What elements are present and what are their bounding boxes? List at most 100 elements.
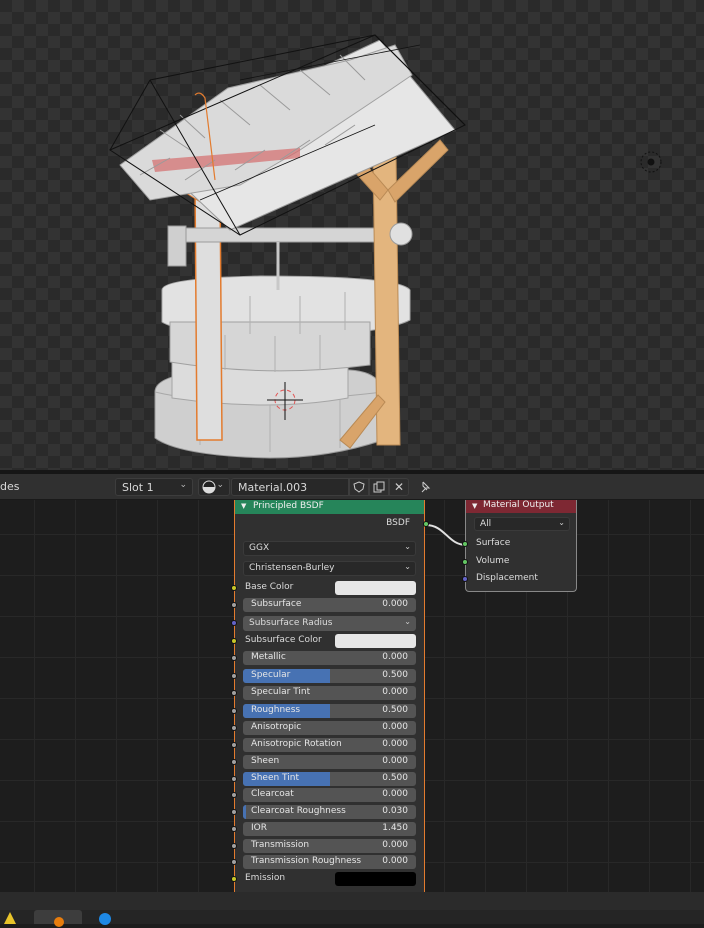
anisotropic-slider[interactable]: Anisotropic 0.000 xyxy=(243,721,416,735)
material-browse-button[interactable]: ⌄ xyxy=(198,478,230,496)
clearcoat-slider[interactable]: Clearcoat 0.000 xyxy=(243,788,416,802)
material-name-field[interactable]: Material.003 xyxy=(231,478,349,496)
transmission-socket[interactable] xyxy=(231,843,237,849)
subsurface-slider[interactable]: Subsurface 0.000 xyxy=(243,598,416,612)
fake-user-button[interactable] xyxy=(349,478,369,496)
material-output-node[interactable]: ▼ Material Output All ⌄ Surface Volume D… xyxy=(462,500,577,592)
metallic-slider[interactable]: Metallic 0.000 xyxy=(243,651,416,665)
distribution-select[interactable]: GGX ⌄ xyxy=(243,541,416,556)
anisotropic-rotation-slider[interactable]: Anisotropic Rotation 0.000 xyxy=(243,738,416,752)
shield-icon xyxy=(353,481,365,493)
slider-value: 0.030 xyxy=(382,806,408,816)
specular-socket[interactable] xyxy=(231,673,237,679)
transmission-roughness-slider[interactable]: Transmission Roughness 0.000 xyxy=(243,855,416,869)
wishing-well-model xyxy=(108,34,662,459)
subsurface-color-swatch[interactable] xyxy=(335,634,416,648)
clearcoat-socket[interactable] xyxy=(231,792,237,798)
collapse-triangle-icon[interactable]: ▼ xyxy=(241,502,246,510)
material-name: Material.003 xyxy=(238,481,308,494)
slider-label: Sheen xyxy=(251,756,280,766)
anisotropic-rotation-socket[interactable] xyxy=(231,742,237,748)
output-target-value: All xyxy=(480,519,492,529)
slider-value: 0.000 xyxy=(382,789,408,799)
node-editor-header: des Slot 1 ⌄ ⌄ Material.003 ✕ xyxy=(0,474,704,500)
slider-value: 0.000 xyxy=(382,856,408,866)
slider-value: 1.450 xyxy=(382,823,408,833)
subsurface-radius-select[interactable]: Subsurface Radius ⌄ xyxy=(243,616,416,631)
slider-label: Specular xyxy=(251,670,291,680)
transmission-slider[interactable]: Transmission 0.000 xyxy=(243,839,416,853)
blender-icon xyxy=(54,917,64,927)
ior-socket[interactable] xyxy=(231,826,237,832)
volume-input-socket[interactable] xyxy=(462,559,468,565)
base-color-socket[interactable] xyxy=(231,585,237,591)
emission-swatch[interactable] xyxy=(335,872,416,886)
slider-value: 0.500 xyxy=(382,705,408,715)
surface-input-socket[interactable] xyxy=(462,541,468,547)
transmission-roughness-socket[interactable] xyxy=(231,859,237,865)
shader-node-editor[interactable]: ▼ Principled BSDF BSDF GGX ⌄ Christensen… xyxy=(0,500,704,892)
editor-type-label[interactable]: des xyxy=(0,480,19,493)
slider-label: Transmission xyxy=(251,840,310,850)
emission-socket[interactable] xyxy=(231,876,237,882)
subsurface-color-socket[interactable] xyxy=(231,638,237,644)
blender-taskbar-tab[interactable] xyxy=(34,910,82,927)
bsdf-output-socket[interactable] xyxy=(423,521,429,527)
specular-slider[interactable]: Specular 0.500 xyxy=(243,669,416,683)
slider-value: 0.500 xyxy=(382,670,408,680)
collapse-triangle-icon[interactable]: ▼ xyxy=(472,502,477,510)
anisotropic-socket[interactable] xyxy=(231,725,237,731)
slider-label: Sheen Tint xyxy=(251,773,300,783)
subsurface-radius-label: Subsurface Radius xyxy=(249,618,333,628)
output-target-select[interactable]: All ⌄ xyxy=(474,517,570,531)
subsurface-method-value: Christensen-Burley xyxy=(249,563,335,573)
roughness-slider[interactable]: Roughness 0.500 xyxy=(243,704,416,718)
unlink-material-button[interactable]: ✕ xyxy=(389,478,409,496)
slider-label: IOR xyxy=(251,823,267,833)
principled-bsdf-node[interactable]: ▼ Principled BSDF BSDF GGX ⌄ Christensen… xyxy=(231,500,429,892)
slider-value: 0.000 xyxy=(382,756,408,766)
node-header[interactable]: ▼ Principled BSDF xyxy=(235,500,424,514)
subsurface-method-select[interactable]: Christensen-Burley ⌄ xyxy=(243,561,416,576)
material-sphere-icon xyxy=(202,480,216,494)
node-header[interactable]: ▼ Material Output xyxy=(466,500,576,513)
slider-value: 0.000 xyxy=(382,652,408,662)
subsurface-socket[interactable] xyxy=(231,602,237,608)
warning-icon[interactable] xyxy=(4,912,16,924)
subsurface-radius-socket[interactable] xyxy=(231,620,237,626)
clearcoat-roughness-socket[interactable] xyxy=(231,809,237,815)
3d-viewport[interactable] xyxy=(0,0,704,470)
chevron-down-icon: ⌄ xyxy=(404,542,411,551)
slider-fill xyxy=(243,805,246,819)
volume-label: Volume xyxy=(476,556,510,566)
base-color-swatch[interactable] xyxy=(335,581,416,595)
displacement-input-socket[interactable] xyxy=(462,576,468,582)
chevron-down-icon: ⌄ xyxy=(179,480,187,490)
slider-label: Specular Tint xyxy=(251,687,311,697)
node-title: Principled BSDF xyxy=(253,501,324,511)
slider-label: Roughness xyxy=(251,705,301,715)
base-color-label: Base Color xyxy=(245,582,294,592)
clearcoat-roughness-slider[interactable]: Clearcoat Roughness 0.030 xyxy=(243,805,416,819)
roughness-socket[interactable] xyxy=(231,708,237,714)
sheen-tint-slider[interactable]: Sheen Tint 0.500 xyxy=(243,772,416,786)
metallic-socket[interactable] xyxy=(231,655,237,661)
slider-label: Transmission Roughness xyxy=(251,856,362,866)
slot-dropdown[interactable]: Slot 1 ⌄ xyxy=(115,478,193,496)
slider-value: 0.000 xyxy=(382,722,408,732)
slider-value: 0.000 xyxy=(382,739,408,749)
sheen-socket[interactable] xyxy=(231,759,237,765)
pin-button[interactable] xyxy=(415,478,435,496)
displacement-label: Displacement xyxy=(476,573,538,583)
chevron-down-icon: ⌄ xyxy=(404,617,411,626)
specular-tint-slider[interactable]: Specular Tint 0.000 xyxy=(243,686,416,700)
subsurface-color-label: Subsurface Color xyxy=(245,635,322,645)
duplicate-material-button[interactable] xyxy=(369,478,389,496)
copy-icon xyxy=(373,481,385,493)
sheen-tint-socket[interactable] xyxy=(231,776,237,782)
ior-slider[interactable]: IOR 1.450 xyxy=(243,822,416,836)
slot-label: Slot 1 xyxy=(122,481,154,494)
sheen-slider[interactable]: Sheen 0.000 xyxy=(243,755,416,769)
specular-tint-socket[interactable] xyxy=(231,690,237,696)
surface-label: Surface xyxy=(476,538,511,548)
